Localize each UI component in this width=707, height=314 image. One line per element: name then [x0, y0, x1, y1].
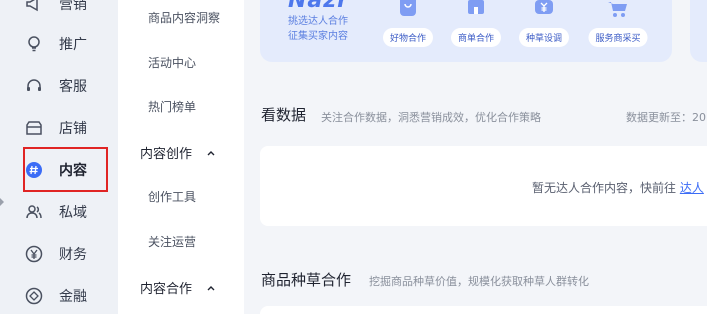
subnav-item-hot-rankings[interactable]: 热门榜单 — [148, 98, 196, 115]
megaphone-icon — [24, 0, 44, 14]
nav-item-finance[interactable]: 财务 — [24, 234, 87, 274]
service-label: 商单合作 — [450, 28, 502, 47]
service-provider-purchase[interactable]: 服务商采买 — [588, 0, 648, 50]
nav-item-label: 客服 — [59, 79, 87, 95]
collapse-arrow-icon[interactable] — [0, 198, 4, 206]
users-icon — [24, 202, 44, 222]
banner-subtitle-line1: 挑选达人合作 — [288, 16, 348, 27]
data-section-title: 看数据 — [261, 106, 307, 124]
nav-item-private-domain[interactable]: 私域 — [24, 192, 87, 232]
lightbulb-icon — [24, 34, 44, 54]
subnav-group-label: 内容创作 — [140, 147, 193, 162]
secondary-sidebar: 商品内容洞察 活动中心 热门榜单 内容创作 创作工具 关注运营 内容合作 — [118, 0, 244, 314]
grass-section-description: 挖掘商品种草价值，规模化获取种草人群转化 — [369, 275, 589, 288]
chevron-up-icon — [207, 285, 215, 290]
subnav-item-follow-operations[interactable]: 关注运营 — [148, 233, 196, 250]
shopping-bag-icon — [400, 0, 416, 16]
store-icon — [24, 118, 44, 138]
subnav-group-content-creation[interactable]: 内容创作 — [140, 143, 216, 162]
coin-icon — [24, 286, 44, 306]
yuan-tag-icon — [535, 0, 553, 14]
shop-icon — [468, 0, 484, 14]
service-label: 好物合作 — [382, 28, 434, 47]
nav-item-label: 推广 — [59, 37, 87, 53]
service-label: 种草设调 — [518, 28, 570, 47]
nav-item-label: 营销 — [59, 0, 87, 13]
subnav-item-activity-center[interactable]: 活动中心 — [148, 54, 196, 71]
empty-state: 暂无达人合作内容，快前往 达人 — [532, 179, 704, 196]
nav-item-customer-service[interactable]: 客服 — [24, 66, 87, 106]
nav-item-label: 私域 — [59, 205, 87, 221]
data-update-time: 数据更新至：20 — [626, 111, 706, 124]
grass-section-title: 商品种草合作 — [261, 271, 352, 289]
chevron-up-icon — [207, 150, 215, 155]
nav-item-promotion[interactable]: 推广 — [24, 24, 87, 64]
primary-nav: 营销 推广 客服 店铺 内容 私域 财务 金融 — [0, 0, 118, 314]
nav-item-store[interactable]: 店铺 — [24, 108, 87, 148]
yen-icon — [24, 244, 44, 264]
service-grass-planting[interactable]: 种草设调 — [514, 0, 574, 50]
banner-subtitle-line2: 征集买家内容 — [288, 31, 348, 42]
side-banner — [690, 0, 707, 62]
service-commercial-orders[interactable]: 商单合作 — [446, 0, 506, 50]
subnav-item-product-insights[interactable]: 商品内容洞察 — [148, 9, 220, 26]
grass-card — [260, 306, 707, 314]
nav-item-label: 财务 — [59, 247, 87, 263]
subnav-group-content-cooperation[interactable]: 内容合作 — [140, 278, 216, 297]
nav-item-marketing[interactable]: 营销 — [24, 0, 87, 24]
nav-item-label: 店铺 — [59, 121, 87, 137]
subnav-group-label: 内容合作 — [140, 282, 193, 297]
service-good-products[interactable]: 好物合作 — [378, 0, 438, 50]
headset-icon — [24, 76, 44, 96]
empty-state-text: 暂无达人合作内容，快前往 — [532, 181, 677, 195]
nav-item-label: 金融 — [59, 289, 87, 305]
empty-state-link[interactable]: 达人 — [680, 181, 704, 195]
data-section-description: 关注合作数据，洞悉营销成效，优化合作策略 — [321, 111, 541, 124]
nav-item-financial-services[interactable]: 金融 — [24, 276, 87, 314]
cart-icon — [608, 2, 627, 17]
subnav-item-creation-tools[interactable]: 创作工具 — [148, 188, 196, 205]
active-item-highlight — [23, 147, 108, 192]
service-label: 服务商采买 — [588, 28, 648, 47]
